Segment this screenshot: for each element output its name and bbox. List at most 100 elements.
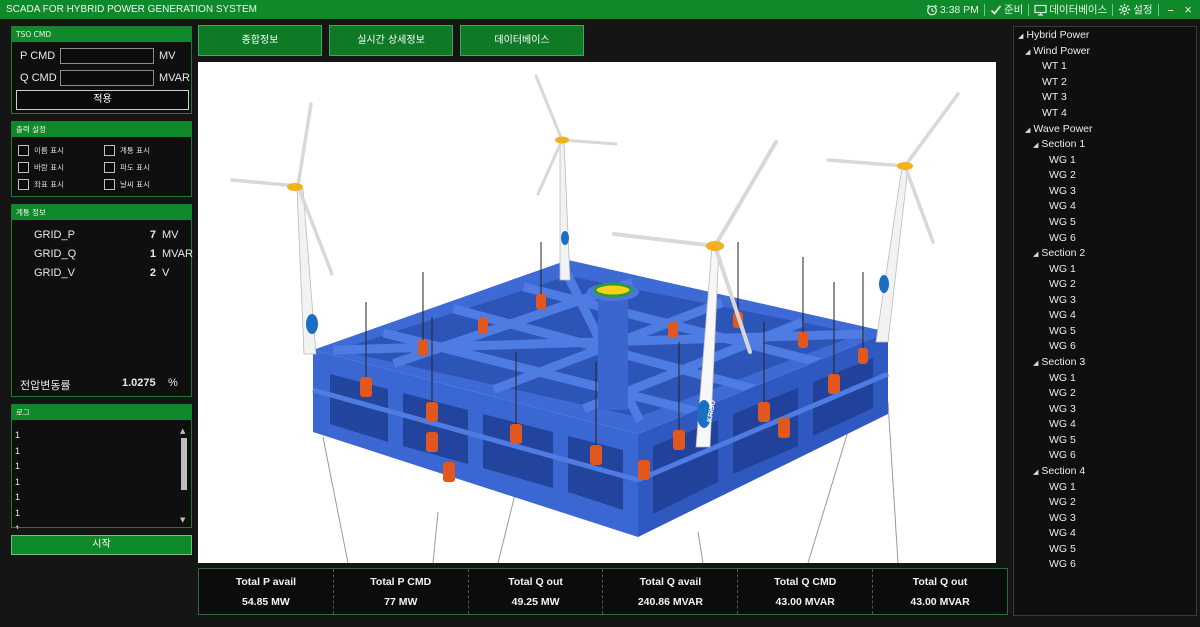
grid-p-row: GRID_P 7 MV	[34, 229, 179, 241]
platform-illustration: KRISO	[230, 74, 960, 563]
tree-node-section[interactable]: ◢ Section 1	[1033, 138, 1085, 152]
output-checkbox-grid: 이름 표시 계통 표시 바람 표시 파도 표시 좌표 표시 날씨 표시	[18, 145, 184, 190]
log-line: 1	[15, 445, 21, 456]
tso-cmd-panel: TSO CMD P CMD MV Q CMD MVAR 적용	[11, 26, 192, 114]
tree-node-label: Section 1	[1041, 138, 1086, 150]
minimize-button[interactable]: –	[1164, 4, 1178, 16]
tree-node-wg[interactable]: WG 6	[1049, 449, 1076, 461]
log-line: 1	[15, 476, 21, 487]
expanded-triangle-icon[interactable]: ◢	[1033, 142, 1038, 149]
clock: 3:38 PM	[926, 4, 979, 16]
grid-q-unit: MVAR	[162, 248, 193, 260]
tree-node-wg[interactable]: WG 5	[1049, 543, 1076, 555]
tree-node-wg[interactable]: WG 1	[1049, 372, 1076, 384]
stat-total-q-avail: Total Q avail 240.86 MVAR	[603, 569, 739, 614]
tree-node-wg[interactable]: WG 6	[1049, 232, 1076, 244]
tree-node-wg[interactable]: WG 2	[1049, 387, 1076, 399]
database-button[interactable]: 데이터베이스	[1034, 2, 1107, 17]
tree-node-wind-power[interactable]: ◢ Wind Power	[1025, 45, 1090, 59]
show-wind-checkbox[interactable]: 바람 표시	[18, 162, 104, 173]
voltage-variation-row: 전압변동률 1.0275 %	[20, 377, 178, 393]
tree-node-wg[interactable]: WG 5	[1049, 325, 1076, 337]
ready-status-button[interactable]: 준비	[990, 2, 1023, 17]
tree-node-wt[interactable]: WT 2	[1042, 76, 1067, 88]
tree-node-wg[interactable]: WG 3	[1049, 294, 1076, 306]
stat-label: Total Q out	[912, 575, 968, 588]
tree-node-wg[interactable]: WG 5	[1049, 216, 1076, 228]
tree-node-wg[interactable]: WG 3	[1049, 403, 1076, 415]
expanded-triangle-icon[interactable]: ◢	[1025, 49, 1030, 56]
output-settings-panel: 출력 설정 이름 표시 계통 표시 바람 표시 파도 표시 좌표 표시 날씨 표…	[11, 121, 192, 197]
tree-node-wg[interactable]: WG 1	[1049, 481, 1076, 493]
q-cmd-unit: MVAR	[159, 72, 190, 84]
tree-node-wg[interactable]: WG 4	[1049, 309, 1076, 321]
tree-node-wg[interactable]: WG 1	[1049, 263, 1076, 275]
checkbox-label: 바람 표시	[34, 163, 64, 172]
platform-3d-view[interactable]: KRISO	[198, 62, 996, 563]
tab-realtime-details[interactable]: 실시간 상세정보	[329, 25, 453, 56]
tab-overview[interactable]: 종합정보	[198, 25, 322, 56]
stat-value: 240.86 MVAR	[637, 595, 703, 608]
tree-node-wg[interactable]: WG 4	[1049, 418, 1076, 430]
tree-node-section[interactable]: ◢ Section 3	[1033, 356, 1085, 370]
stat-label: Total P avail	[235, 575, 297, 588]
settings-button[interactable]: 설정	[1118, 2, 1153, 17]
show-grid-checkbox[interactable]: 계통 표시	[104, 145, 184, 156]
system-tree: ◢ Hybrid Power ◢ Wind Power WT 1 WT 2 WT 3…	[1013, 26, 1197, 616]
expanded-triangle-icon[interactable]: ◢	[1033, 360, 1038, 367]
show-name-checkbox[interactable]: 이름 표시	[18, 145, 104, 156]
checkbox-box	[18, 145, 29, 156]
show-wave-checkbox[interactable]: 파도 표시	[104, 162, 184, 173]
tree-node-wg[interactable]: WG 3	[1049, 185, 1076, 197]
close-button[interactable]: ×	[1182, 2, 1194, 17]
start-button[interactable]: 시작	[11, 535, 192, 555]
tree-node-label: Section 2	[1041, 247, 1086, 259]
tree-node-wg[interactable]: WG 2	[1049, 169, 1076, 181]
totals-bar: Total P avail 54.85 MW Total P CMD 77 MW T…	[198, 568, 1008, 615]
stat-total-p-avail: Total P avail 54.85 MW	[199, 569, 334, 614]
expanded-triangle-icon[interactable]: ◢	[1033, 469, 1038, 476]
expanded-triangle-icon[interactable]: ◢	[1033, 251, 1038, 258]
grid-q-value: 1	[149, 248, 156, 260]
stat-value: 77 MW	[384, 595, 418, 608]
scroll-thumb[interactable]	[181, 438, 187, 490]
tree-node-wg[interactable]: WG 1	[1049, 154, 1076, 166]
checkbox-box	[104, 145, 115, 156]
tree-node-wg[interactable]: WG 4	[1049, 200, 1076, 212]
tree-node-section[interactable]: ◢ Section 2	[1033, 247, 1085, 261]
settings-label: 설정	[1133, 4, 1153, 16]
tree-node-wave-power[interactable]: ◢ Wave Power	[1025, 123, 1093, 137]
scroll-down-icon[interactable]: ▼	[180, 516, 185, 524]
show-weather-checkbox[interactable]: 날씨 표시	[104, 179, 184, 190]
tab-database[interactable]: 데이터베이스	[460, 25, 584, 56]
grid-v-unit: V	[162, 267, 170, 279]
tree-node-section[interactable]: ◢ Section 4	[1033, 465, 1085, 479]
tree-node-hybrid-power[interactable]: ◢ Hybrid Power	[1018, 29, 1089, 43]
gear-icon	[1119, 3, 1131, 16]
scroll-up-icon[interactable]: ▲	[180, 427, 185, 435]
show-coordinates-checkbox[interactable]: 좌표 표시	[18, 179, 104, 190]
checkbox-label: 파도 표시	[120, 163, 150, 172]
tree-node-wg[interactable]: WG 3	[1049, 512, 1076, 524]
tree-node-wg[interactable]: WG 2	[1049, 278, 1076, 290]
stat-value: 43.00 MVAR	[910, 595, 970, 608]
tree-node-wt[interactable]: WT 3	[1042, 91, 1067, 103]
tree-node-wg[interactable]: WG 6	[1049, 558, 1076, 570]
stat-value: 43.00 MVAR	[775, 595, 835, 608]
tree-node-wg[interactable]: WG 6	[1049, 340, 1076, 352]
log-line: 1	[15, 492, 21, 503]
tree-node-wt[interactable]: WT 4	[1042, 107, 1067, 119]
tree-node-wg[interactable]: WG 5	[1049, 434, 1076, 446]
log-scrollbar[interactable]: ▲ ▼	[180, 427, 188, 524]
q-cmd-input[interactable]	[60, 70, 154, 86]
tree-node-wg[interactable]: WG 2	[1049, 496, 1076, 508]
expanded-triangle-icon[interactable]: ◢	[1018, 33, 1023, 40]
tree-node-wt[interactable]: WT 1	[1042, 60, 1067, 72]
p-cmd-input[interactable]	[60, 48, 154, 64]
apply-button[interactable]: 적용	[16, 90, 189, 110]
monitor-icon	[1034, 4, 1047, 16]
voltage-variation-label: 전압변동률	[20, 380, 71, 392]
stat-label: Total Q CMD	[774, 575, 837, 588]
tree-node-wg[interactable]: WG 4	[1049, 527, 1076, 539]
expanded-triangle-icon[interactable]: ◢	[1025, 127, 1030, 134]
